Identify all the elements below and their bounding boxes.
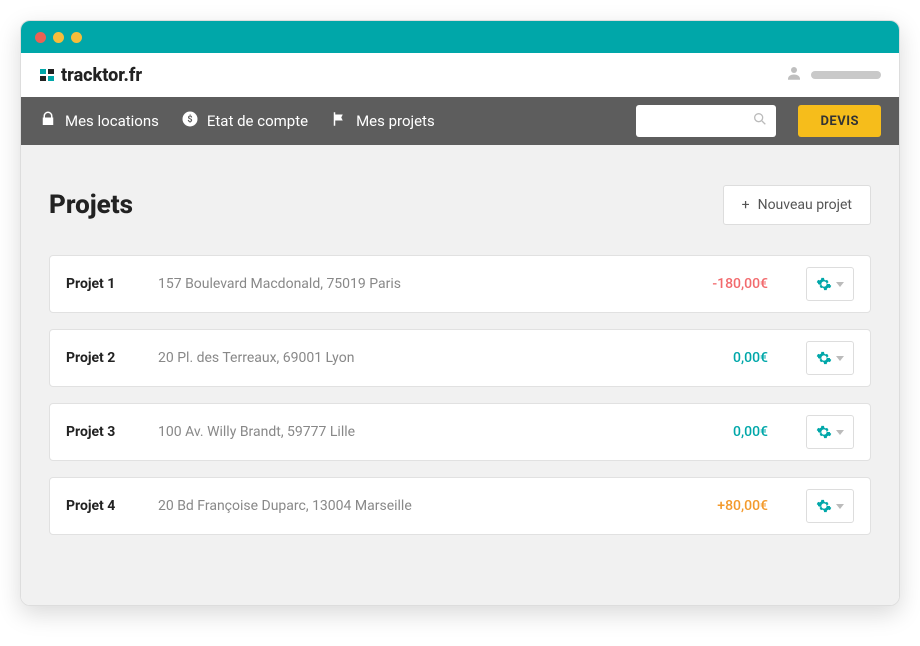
brand-logo[interactable]: tracktor.fr: [39, 65, 142, 86]
content-header: Projets + Nouveau projet: [49, 185, 871, 225]
project-name: Projet 3: [66, 424, 130, 440]
tracktor-logo-icon: [39, 66, 57, 84]
project-row[interactable]: Projet 4 20 Bd Françoise Duparc, 13004 M…: [49, 477, 871, 535]
project-row[interactable]: Projet 2 20 Pl. des Terreaux, 69001 Lyon…: [49, 329, 871, 387]
project-amount: +80,00€: [717, 498, 778, 514]
flag-icon: [330, 110, 348, 132]
project-name: Projet 4: [66, 498, 130, 514]
project-settings-button[interactable]: [806, 267, 854, 301]
gear-icon: [816, 498, 832, 514]
project-settings-button[interactable]: [806, 415, 854, 449]
project-list: Projet 1 157 Boulevard Macdonald, 75019 …: [49, 255, 871, 535]
window-dot: [35, 32, 46, 43]
project-name: Projet 1: [66, 276, 130, 292]
new-project-button[interactable]: + Nouveau projet: [723, 185, 871, 225]
window-dot: [53, 32, 64, 43]
gear-icon: [816, 276, 832, 292]
search-input[interactable]: [636, 105, 776, 137]
new-project-label: Nouveau projet: [758, 197, 852, 213]
page-title: Projets: [49, 190, 133, 220]
user-name-placeholder: [811, 71, 881, 79]
plus-icon: +: [742, 197, 750, 213]
project-address: 100 Av. Willy Brandt, 59777 Lille: [158, 424, 705, 440]
user-icon: [785, 64, 803, 86]
main-nav: Mes locations $ Etat de compte Mes proje…: [21, 97, 899, 145]
svg-text:$: $: [187, 114, 192, 125]
project-settings-button[interactable]: [806, 341, 854, 375]
nav-account[interactable]: $ Etat de compte: [181, 110, 308, 132]
brand-text: tracktor.fr: [61, 65, 142, 86]
nav-locations[interactable]: Mes locations: [39, 110, 159, 132]
chevron-down-icon: [836, 504, 844, 509]
project-amount: 0,00€: [733, 424, 778, 440]
devis-button[interactable]: DEVIS: [798, 105, 881, 137]
nav-label: Mes projets: [356, 112, 435, 130]
project-row[interactable]: Projet 3 100 Av. Willy Brandt, 59777 Lil…: [49, 403, 871, 461]
project-address: 157 Boulevard Macdonald, 75019 Paris: [158, 276, 684, 292]
user-menu[interactable]: [785, 64, 881, 86]
gear-icon: [816, 350, 832, 366]
search-icon: [752, 111, 768, 131]
dollar-icon: $: [181, 110, 199, 132]
window-dot: [71, 32, 82, 43]
project-name: Projet 2: [66, 350, 130, 366]
project-address: 20 Bd Françoise Duparc, 13004 Marseille: [158, 498, 689, 514]
nav-projects[interactable]: Mes projets: [330, 110, 435, 132]
main-content: Projets + Nouveau projet Projet 1 157 Bo…: [21, 145, 899, 605]
gear-icon: [816, 424, 832, 440]
chevron-down-icon: [836, 430, 844, 435]
project-address: 20 Pl. des Terreaux, 69001 Lyon: [158, 350, 705, 366]
project-amount: -180,00€: [712, 276, 778, 292]
lock-icon: [39, 110, 57, 132]
nav-label: Etat de compte: [207, 112, 308, 130]
chevron-down-icon: [836, 356, 844, 361]
window-titlebar: [21, 21, 899, 53]
nav-label: Mes locations: [65, 112, 159, 130]
brand-bar: tracktor.fr: [21, 53, 899, 97]
project-settings-button[interactable]: [806, 489, 854, 523]
app-window: tracktor.fr Mes locations $ Etat de comp…: [20, 20, 900, 606]
project-row[interactable]: Projet 1 157 Boulevard Macdonald, 75019 …: [49, 255, 871, 313]
project-amount: 0,00€: [733, 350, 778, 366]
chevron-down-icon: [836, 282, 844, 287]
